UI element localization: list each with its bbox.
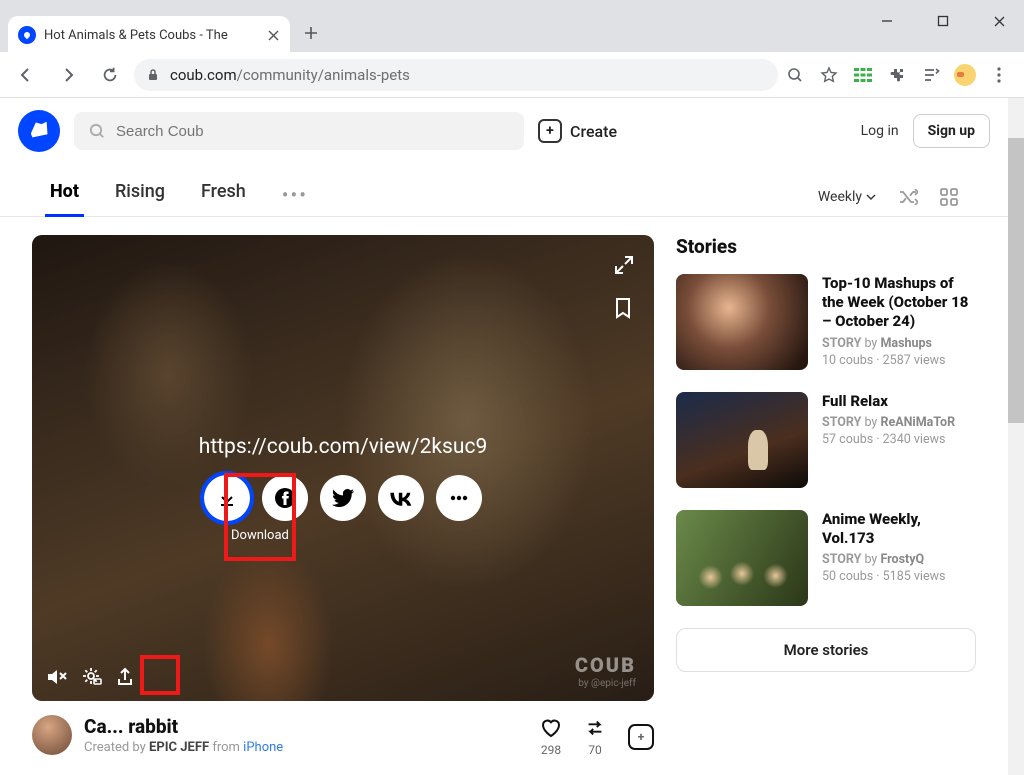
- site-header: + Create Log in Sign up: [0, 98, 1008, 165]
- browser-tab[interactable]: Hot Animals & Pets Coubs - The: [8, 16, 290, 54]
- plus-icon: +: [538, 119, 562, 143]
- share-row: [32, 475, 654, 521]
- coub-logo-icon[interactable]: [18, 110, 60, 152]
- grid-view-icon[interactable]: [940, 188, 958, 206]
- byline: Created by EPIC JEFF from iPhone: [84, 740, 528, 755]
- recoub-button[interactable]: 70: [584, 717, 606, 757]
- extension-grid-icon[interactable]: [852, 64, 874, 86]
- author-avatar[interactable]: [32, 715, 72, 755]
- story-item[interactable]: Top-10 Mashups of the Week (October 18 –…: [676, 274, 976, 370]
- url-text: coub.com/community/animals-pets: [170, 66, 410, 84]
- menu-dots-icon[interactable]: [988, 64, 1010, 86]
- bookmark-star-icon[interactable]: [818, 64, 840, 86]
- like-count: 298: [541, 743, 561, 757]
- recoub-count: 70: [588, 743, 602, 757]
- source-link[interactable]: iPhone: [243, 740, 283, 755]
- tab-more-icon[interactable]: •••: [282, 183, 308, 207]
- share-url: https://coub.com/view/2ksuc9: [32, 435, 654, 459]
- tab-rising[interactable]: Rising: [115, 173, 165, 216]
- watermark-author: by @epic-jeff: [578, 678, 636, 689]
- story-thumbnail: [676, 392, 808, 488]
- story-item[interactable]: Full Relax STORY by ReANiMaToR 57 coubs …: [676, 392, 976, 488]
- titlebar: Hot Animals & Pets Coubs - The: [0, 0, 1024, 52]
- heart-icon: [540, 717, 562, 739]
- story-byline: STORY by Mashups: [822, 336, 976, 351]
- scrollbar[interactable]: [1008, 98, 1024, 775]
- window-maximize-button[interactable]: [924, 6, 962, 36]
- extensions-puzzle-icon[interactable]: [886, 64, 908, 86]
- reload-button[interactable]: [92, 57, 128, 93]
- search-box[interactable]: [74, 112, 524, 150]
- period-label: Weekly: [818, 189, 862, 205]
- tab-fresh[interactable]: Fresh: [201, 173, 246, 216]
- mute-icon[interactable]: [46, 667, 68, 687]
- add-button[interactable]: +: [628, 724, 654, 750]
- search-icon: [88, 122, 106, 140]
- player-overlay: [32, 235, 654, 701]
- zoom-icon[interactable]: [784, 64, 806, 86]
- story-stats: 57 coubs · 2340 views: [822, 432, 976, 447]
- login-link[interactable]: Log in: [861, 123, 899, 139]
- back-button[interactable]: [8, 57, 44, 93]
- facebook-share-icon[interactable]: [262, 475, 308, 521]
- window-close-button[interactable]: [980, 6, 1018, 36]
- favicon-icon: [18, 26, 36, 44]
- story-item[interactable]: Anime Weekly, Vol.173 STORY by FrostyQ 5…: [676, 510, 976, 606]
- download-button[interactable]: [204, 475, 250, 521]
- reading-list-icon[interactable]: [920, 64, 942, 86]
- new-tab-button[interactable]: [296, 18, 326, 48]
- video-title: Ca... rabbit: [84, 715, 528, 738]
- watermark-text: COUB: [575, 653, 636, 677]
- more-share-icon[interactable]: [436, 475, 482, 521]
- shuffle-icon[interactable]: [898, 189, 918, 205]
- story-stats: 10 coubs · 2587 views: [822, 353, 976, 368]
- forward-button[interactable]: [50, 57, 86, 93]
- share-icon[interactable]: [116, 667, 134, 687]
- story-thumbnail: [676, 274, 808, 370]
- twitter-share-icon[interactable]: [320, 475, 366, 521]
- profile-icon[interactable]: [954, 64, 976, 86]
- period-dropdown[interactable]: Weekly: [818, 189, 876, 205]
- like-button[interactable]: 298: [540, 717, 562, 757]
- more-stories-button[interactable]: More stories: [676, 628, 976, 672]
- feed-tabs: Hot Rising Fresh ••• Weekly: [0, 165, 1008, 217]
- highlight-box-share: [140, 655, 180, 695]
- download-label: Download: [231, 528, 289, 543]
- story-title: Full Relax: [822, 392, 976, 411]
- chevron-down-icon: [866, 194, 876, 200]
- fullscreen-icon[interactable]: [614, 255, 634, 275]
- search-input[interactable]: [116, 123, 510, 140]
- scrollbar-thumb[interactable]: [1008, 138, 1024, 423]
- vk-share-icon[interactable]: [378, 475, 424, 521]
- tab-hot[interactable]: Hot: [50, 173, 79, 216]
- story-byline: STORY by FrostyQ: [822, 552, 976, 567]
- recoub-icon: [584, 717, 606, 739]
- story-thumbnail: [676, 510, 808, 606]
- story-title: Top-10 Mashups of the Week (October 18 –…: [822, 274, 976, 332]
- create-label: Create: [570, 122, 617, 141]
- author-link[interactable]: EPIC JEFF: [149, 740, 209, 755]
- tab-title: Hot Animals & Pets Coubs - The: [44, 28, 258, 43]
- close-tab-icon[interactable]: [266, 28, 280, 42]
- settings-gear-icon[interactable]: [82, 667, 102, 687]
- browser-toolbar: coub.com/community/animals-pets: [0, 52, 1024, 98]
- create-button[interactable]: + Create: [538, 119, 617, 143]
- lock-icon: [146, 68, 160, 82]
- story-byline: STORY by ReANiMaToR: [822, 415, 976, 430]
- window-minimize-button[interactable]: [868, 6, 906, 36]
- address-bar[interactable]: coub.com/community/animals-pets: [134, 59, 778, 91]
- stories-heading: Stories: [676, 235, 976, 258]
- story-stats: 50 coubs · 5185 views: [822, 569, 976, 584]
- plus-box-icon: +: [628, 724, 654, 750]
- story-title: Anime Weekly, Vol.173: [822, 510, 976, 548]
- bookmark-icon[interactable]: [614, 297, 634, 319]
- video-player[interactable]: https://coub.com/view/2ksuc9: [32, 235, 654, 701]
- signup-button[interactable]: Sign up: [913, 114, 990, 148]
